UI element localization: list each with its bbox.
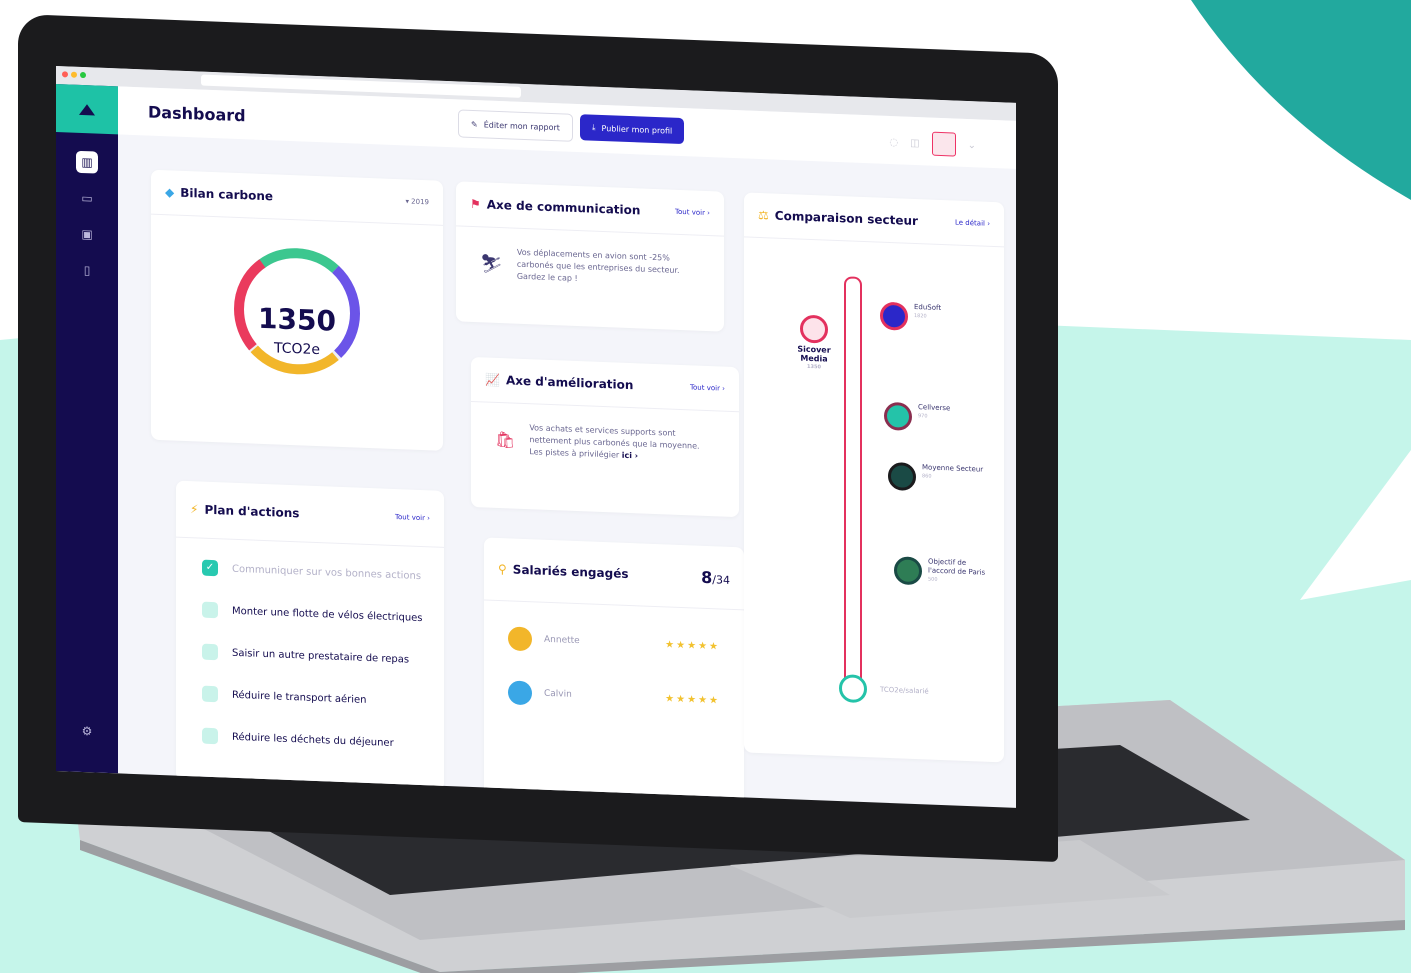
- employee-name: Calvin: [544, 688, 572, 700]
- folder-icon[interactable]: ▭: [76, 187, 98, 210]
- rating-stars: ★★★★★: [665, 638, 720, 653]
- action-label: Monter une flotte de vélos électriques: [232, 605, 423, 624]
- pin-sicover-media[interactable]: Sicover Media 1350: [792, 314, 836, 373]
- chevron-down-icon[interactable]: ⌄: [968, 140, 976, 151]
- top-icons: ◌ ◫ ⌄: [889, 130, 976, 157]
- thermometer-scale: [844, 276, 862, 691]
- pin-cellverse[interactable]: Cellverse 970: [884, 401, 950, 433]
- employee-row[interactable]: Annette ★★★★★: [484, 610, 744, 674]
- comparaison-card: ⚖ Comparaison secteur Le détail › EduSoft…: [744, 192, 1004, 763]
- amelioration-text-body: Vos achats et services supports sont net…: [529, 423, 700, 460]
- pin-edusoft[interactable]: EduSoft 1820: [880, 301, 941, 332]
- checkbox[interactable]: [202, 643, 218, 661]
- amelioration-text: Vos achats et services supports sont net…: [529, 422, 715, 465]
- rating-stars: ★★★★★: [665, 692, 720, 707]
- user-icon: ⚲: [498, 561, 507, 577]
- amelioration-link[interactable]: ici ›: [622, 451, 638, 461]
- globe-icon: [894, 556, 922, 586]
- company-logo: [884, 401, 912, 431]
- pin-objectif-paris[interactable]: Objectif de l'accord de Paris 500: [894, 556, 988, 588]
- communication-see-all-link[interactable]: Tout voir ›: [675, 208, 710, 217]
- pin-label: Sicover Media: [797, 344, 831, 364]
- amelioration-title: Axe d'amélioration: [505, 373, 634, 393]
- communication-text: Vos déplacements en avion sont -25% carb…: [516, 247, 680, 284]
- pin-moyenne-secteur[interactable]: Moyenne Secteur 860: [888, 461, 983, 494]
- pin-value: 970: [918, 413, 928, 420]
- pin-label: Objectif de l'accord de Paris: [928, 557, 986, 577]
- diamond-icon: ◆: [165, 185, 175, 200]
- chart-icon: 📈: [485, 372, 500, 388]
- action-label: Réduire les déchets du déjeuner: [232, 731, 394, 749]
- comparaison-unit: TCO2e/salarié: [880, 685, 929, 696]
- action-label: Communiquer sur vos bonnes actions: [232, 563, 422, 582]
- employee-row[interactable]: Calvin ★★★★★: [484, 664, 744, 728]
- employee-name: Annette: [544, 634, 580, 647]
- salaries-count: 8/34: [701, 567, 730, 587]
- thermometer-bulb: [839, 674, 867, 704]
- amelioration-card: 📈 Axe d'amélioration Tout voir › 🛍 Vos ac…: [471, 356, 739, 518]
- amelioration-see-all-link[interactable]: Tout voir ›: [690, 383, 725, 392]
- company-logo: [888, 461, 916, 492]
- year-selector[interactable]: ▾ 2019: [405, 197, 429, 206]
- company-logo: [880, 301, 908, 331]
- window-controls[interactable]: [62, 71, 86, 79]
- sidebar: ▥ ▭ ▣ ▯ ⚙: [56, 84, 118, 774]
- communication-card: ⚑ Axe de communication Tout voir › ⛷ Vos …: [456, 181, 724, 332]
- avatar: [508, 680, 532, 706]
- action-label: Réduire le transport aérien: [232, 689, 367, 706]
- balance-icon: ⚖: [758, 207, 769, 223]
- app-screen: ▥ ▭ ▣ ▯ ⚙ Dashboard ✎ Éditer mon rapport…: [56, 66, 1016, 808]
- logo[interactable]: [56, 84, 118, 135]
- avatar: [508, 626, 532, 652]
- edit-report-button[interactable]: ✎ Éditer mon rapport: [458, 109, 573, 142]
- download-icon: ⤓: [592, 122, 596, 132]
- checkbox-checked[interactable]: ✓: [202, 559, 218, 577]
- checkbox[interactable]: [202, 685, 218, 703]
- inbox-icon[interactable]: ▣: [76, 223, 98, 246]
- checkbox[interactable]: [202, 601, 218, 619]
- carbon-value: 1350: [258, 301, 336, 338]
- shopping-bag-icon: 🛍: [495, 429, 516, 450]
- avatar[interactable]: [931, 131, 956, 157]
- checkbox[interactable]: [202, 727, 218, 745]
- page-title: Dashboard: [148, 102, 246, 125]
- pin-value: 1350: [807, 363, 821, 371]
- company-logo: [800, 314, 828, 344]
- action-item[interactable]: Réduire les déchets du déjeuner: [202, 715, 444, 766]
- skier-icon: ⛷: [480, 252, 503, 275]
- bilan-title: Bilan carbone: [180, 185, 274, 204]
- notification-icon[interactable]: ◫: [910, 137, 919, 148]
- total-count: /34: [712, 572, 730, 587]
- comparaison-detail-link[interactable]: Le détail ›: [955, 219, 990, 228]
- pencil-icon: ✎: [471, 119, 478, 129]
- flag-icon: ⚑: [470, 196, 481, 212]
- engaged-count: 8: [701, 567, 713, 587]
- salaries-title: Salariés engagés: [512, 562, 629, 581]
- bilan-carbone-card: ◆ Bilan carbone ▾ 2019 1350 TCO2e: [151, 169, 443, 451]
- help-icon[interactable]: ◌: [889, 137, 898, 148]
- plan-title: Plan d'actions: [204, 502, 300, 521]
- edit-report-label: Éditer mon rapport: [483, 119, 560, 132]
- salaries-card: ⚲ Salariés engagés 8/34 Annette ★★★★★ Calv…: [484, 537, 744, 808]
- pin-value: 1820: [914, 312, 927, 320]
- publish-profile-button[interactable]: ⤓ Publier mon profil: [580, 114, 685, 145]
- action-label: Saisir un autre prestataire de repas: [232, 647, 410, 666]
- settings-icon[interactable]: ⚙: [76, 720, 98, 743]
- comparaison-title: Comparaison secteur: [774, 208, 918, 229]
- plan-see-all-link[interactable]: Tout voir ›: [395, 513, 430, 522]
- document-icon[interactable]: ▯: [76, 259, 98, 282]
- plan-actions-card: ⚡ Plan d'actions Tout voir › ✓ Communiquer…: [176, 480, 444, 791]
- laptop: ▥ ▭ ▣ ▯ ⚙ Dashboard ✎ Éditer mon rapport…: [0, 0, 1411, 973]
- publish-profile-label: Publier mon profil: [601, 123, 673, 136]
- bolt-icon: ⚡: [190, 502, 199, 517]
- communication-title: Axe de communication: [486, 197, 641, 218]
- home-icon[interactable]: ▥: [76, 150, 98, 174]
